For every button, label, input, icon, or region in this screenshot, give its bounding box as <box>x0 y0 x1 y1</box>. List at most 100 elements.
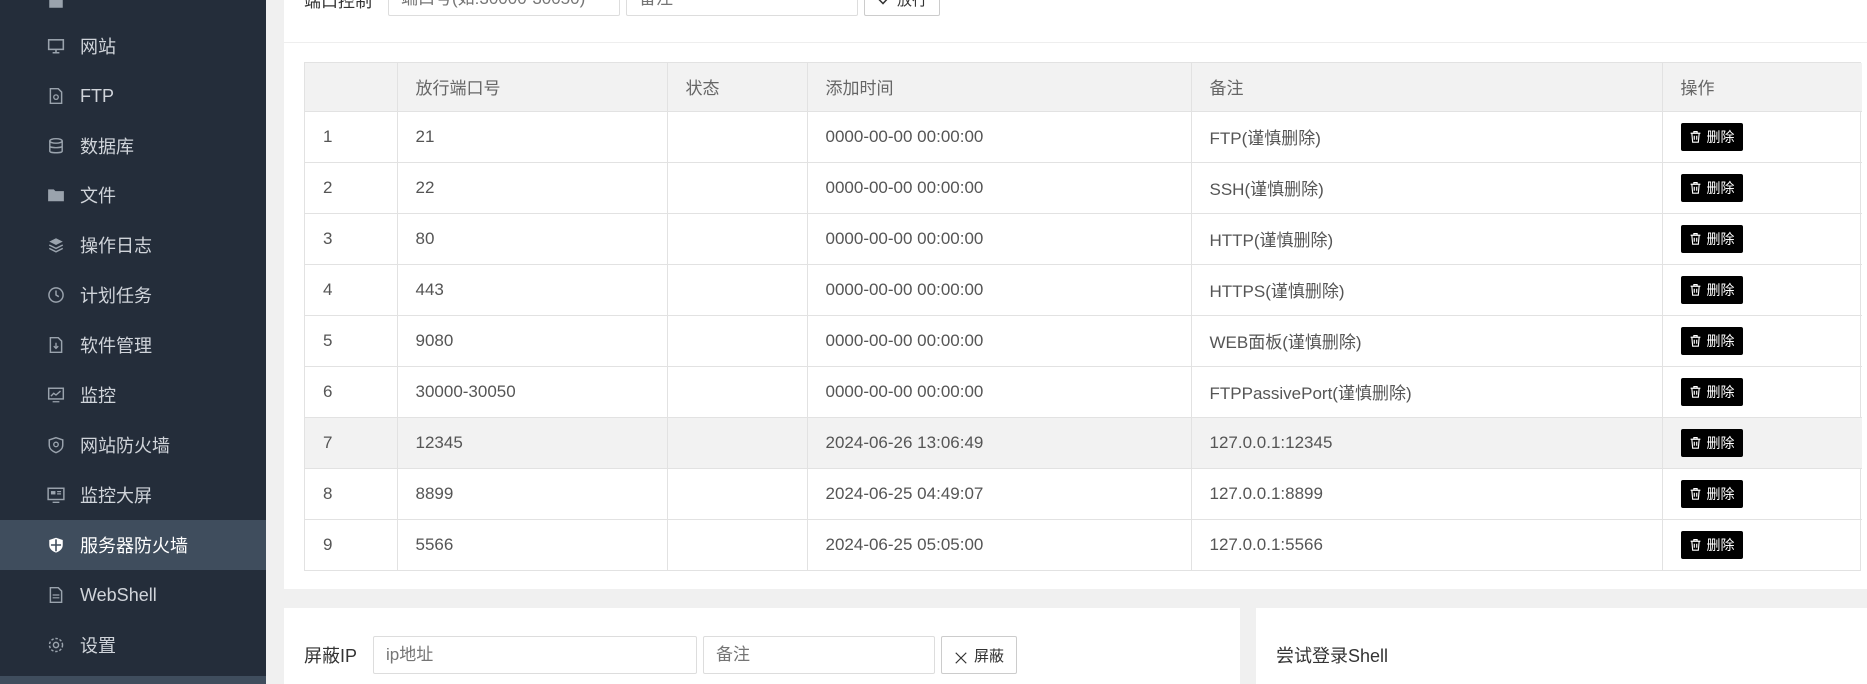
cell-note: WEB面板(谨慎删除) <box>1191 315 1663 367</box>
sidebar-item-label: 监控 <box>80 386 116 406</box>
shell-login-panel: 尝试登录Shell <box>1256 608 1867 684</box>
ftp-file-icon <box>46 86 66 106</box>
delete-button[interactable]: 删除 <box>1680 122 1743 151</box>
cell-action: 删除 <box>1662 417 1862 469</box>
sidebar-item-label: 设置 <box>80 636 116 656</box>
cell-id: 9 <box>305 519 398 570</box>
delete-button[interactable]: 删除 <box>1680 530 1743 559</box>
cell-port: 9080 <box>397 315 668 367</box>
port-input[interactable] <box>388 0 620 16</box>
clock-icon <box>46 285 66 305</box>
trash-icon <box>1690 182 1700 194</box>
trash-icon <box>1690 386 1700 398</box>
cell-id: 1 <box>305 111 398 163</box>
sidebar-item-label: 网站 <box>80 37 116 57</box>
sidebar-item-database[interactable]: 数据库 <box>0 121 266 171</box>
cell-time: 2024-06-25 05:05:00 <box>807 519 1192 570</box>
trash-icon <box>1690 437 1700 449</box>
shell-login-title: 尝试登录Shell <box>1276 646 1389 666</box>
sidebar-item-label: 网站防火墙 <box>80 436 170 456</box>
cell-id: 8 <box>305 468 398 520</box>
sidebar-item-software[interactable]: 软件管理 <box>0 320 266 370</box>
block-ip-button[interactable]: 屏蔽 <box>941 636 1018 674</box>
cell-id: 6 <box>305 366 398 418</box>
database-icon <box>46 136 66 156</box>
sidebar-bottom-bar <box>0 676 266 684</box>
block-ip-label: 屏蔽IP <box>304 646 358 666</box>
cell-port: 8899 <box>397 468 668 520</box>
delete-button[interactable]: 删除 <box>1680 377 1743 406</box>
delete-label: 删除 <box>1706 281 1735 298</box>
table-row: 6 30000-30050 0000-00-00 00:00:00 FTPPas… <box>305 366 1862 418</box>
ip-input[interactable] <box>373 636 698 674</box>
cell-note: SSH(谨慎删除) <box>1191 162 1663 214</box>
cell-note: 127.0.0.1:5566 <box>1191 519 1663 570</box>
table-row: 2 22 0000-00-00 00:00:00 SSH(谨慎删除) 删除 <box>305 162 1862 214</box>
sidebar-item-server-firewall[interactable]: 服务器防火墙 <box>0 520 266 570</box>
cell-note: HTTP(谨慎删除) <box>1191 213 1663 265</box>
cell-status <box>667 468 808 520</box>
sidebar-item-webshell[interactable]: WebShell <box>0 570 266 620</box>
table-row: 5 9080 0000-00-00 00:00:00 WEB面板(谨慎删除) 删… <box>305 315 1862 367</box>
sidebar-item-label: WebShell <box>80 584 157 605</box>
folder-icon <box>46 185 66 205</box>
sidebar-item-settings[interactable]: 设置 <box>0 620 266 670</box>
block-note-input[interactable] <box>703 636 936 674</box>
cell-port: 22 <box>397 162 668 214</box>
cell-note: 127.0.0.1:12345 <box>1191 417 1663 469</box>
delete-button[interactable]: 删除 <box>1680 326 1743 355</box>
delete-button[interactable]: 删除 <box>1680 224 1743 253</box>
check-icon <box>877 0 893 7</box>
cell-status <box>667 366 808 418</box>
sidebar-item-label: 监控大屏 <box>80 486 152 506</box>
delete-label: 删除 <box>1706 383 1735 400</box>
sidebar-item-logs[interactable]: 操作日志 <box>0 220 266 270</box>
cell-note: 127.0.0.1:8899 <box>1191 468 1663 520</box>
port-table: 放行端口号 状态 添加时间 备注 操作 1 21 0000-00-00 00:0… <box>304 62 1862 571</box>
trash-icon <box>1690 539 1700 552</box>
cell-status <box>667 417 808 469</box>
cell-port: 80 <box>397 213 668 265</box>
cell-status <box>667 213 808 265</box>
sidebar-item-label: FTP <box>80 85 114 106</box>
sidebar-item-website[interactable]: 网站 <box>0 21 266 71</box>
table-row: 7 12345 2024-06-26 13:06:49 127.0.0.1:12… <box>305 417 1862 469</box>
sidebar: 网站 FTP 数据库 文件 操作日志 计划任务 软件管理 监控 网站防火墙 监控… <box>0 0 266 684</box>
delete-label: 删除 <box>1706 485 1735 502</box>
sidebar-item-monitor[interactable]: 监控 <box>0 370 266 420</box>
trash-icon <box>1690 335 1700 347</box>
sidebar-item-ftp[interactable]: FTP <box>0 71 266 121</box>
port-note-input[interactable] <box>626 0 858 16</box>
sidebar-item-screen[interactable]: 监控大屏 <box>0 470 266 520</box>
monitor-icon <box>46 36 66 56</box>
sidebar-item-label: 操作日志 <box>80 236 152 256</box>
sidebar-item-label: 文件 <box>80 186 116 206</box>
close-icon <box>954 651 968 665</box>
sidebar-item-cron[interactable]: 计划任务 <box>0 270 266 320</box>
cell-action: 删除 <box>1662 111 1862 163</box>
table-row: 8 8899 2024-06-25 04:49:07 127.0.0.1:889… <box>305 468 1862 520</box>
delete-label: 删除 <box>1706 128 1735 145</box>
delete-button[interactable]: 删除 <box>1680 173 1743 202</box>
cell-id: 5 <box>305 315 398 367</box>
cell-action: 删除 <box>1662 468 1862 520</box>
cell-port: 12345 <box>397 417 668 469</box>
cell-port: 21 <box>397 111 668 163</box>
delete-label: 删除 <box>1706 230 1735 247</box>
column-header-id <box>305 63 398 112</box>
cell-status <box>667 315 808 367</box>
allow-port-button[interactable]: 放行 <box>864 0 941 16</box>
delete-button[interactable]: 删除 <box>1680 428 1743 457</box>
allow-port-label: 放行 <box>897 0 928 9</box>
sidebar-item-files[interactable]: 文件 <box>0 170 266 220</box>
delete-button[interactable]: 删除 <box>1680 275 1743 304</box>
cell-action: 删除 <box>1662 315 1862 367</box>
cell-id: 2 <box>305 162 398 214</box>
chart-monitor-icon <box>46 385 66 405</box>
cell-id: 4 <box>305 264 398 316</box>
cell-time: 0000-00-00 00:00:00 <box>807 366 1192 418</box>
block-ip-panel: 屏蔽IP 屏蔽 <box>284 608 1240 684</box>
sidebar-item-waf[interactable]: 网站防火墙 <box>0 420 266 470</box>
cell-time: 2024-06-26 13:06:49 <box>807 417 1192 469</box>
delete-button[interactable]: 删除 <box>1680 479 1743 508</box>
